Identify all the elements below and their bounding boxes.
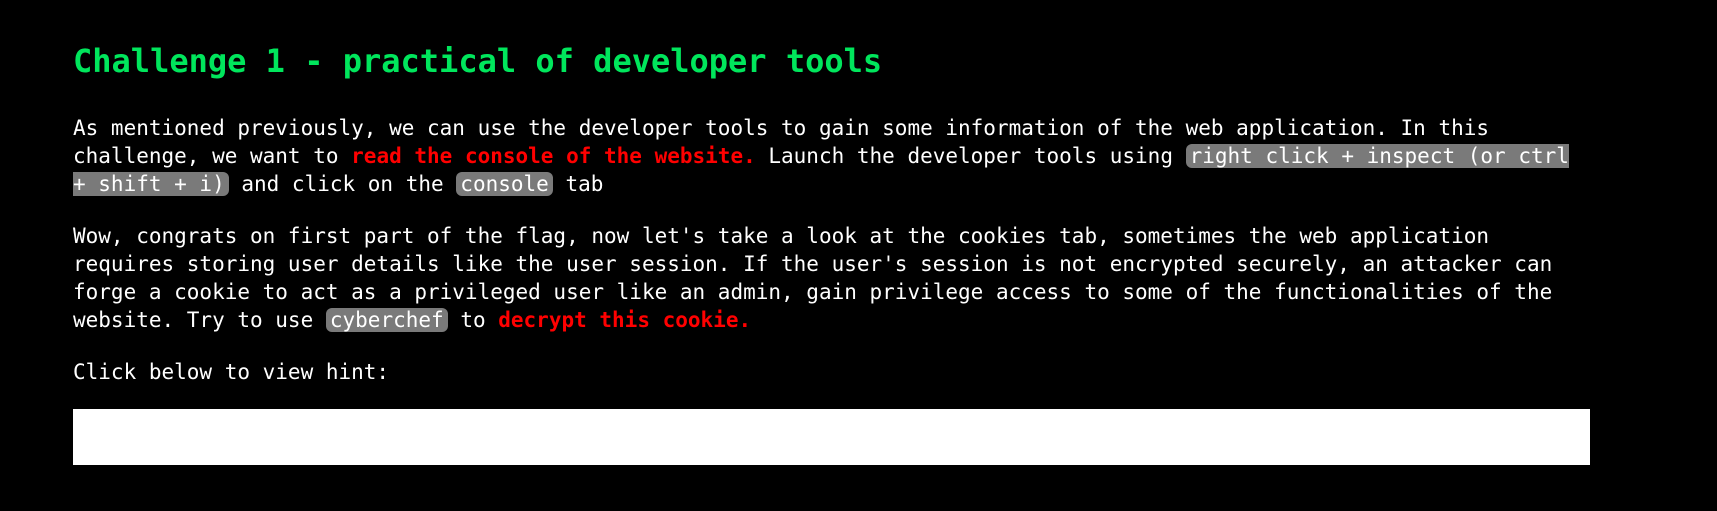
- cookies-text: to: [447, 308, 499, 332]
- instructions-paragraph: As mentioned previously, we can use the …: [73, 114, 1593, 198]
- cookies-text: Wow, congrats on first part of the flag,…: [73, 224, 1553, 332]
- instructions-text: Launch the developer tools using: [755, 144, 1186, 168]
- hint-box[interactable]: [73, 409, 1590, 465]
- challenge-content: Challenge 1 - practical of developer too…: [73, 38, 1593, 410]
- console-highlight: read the console of the website.: [351, 144, 756, 168]
- page-title: Challenge 1 - practical of developer too…: [73, 42, 883, 80]
- hint-prompt: Click below to view hint:: [73, 360, 390, 384]
- cyberchef-code: cyberchef: [325, 308, 448, 332]
- decrypt-cookie-highlight: decrypt this cookie.: [498, 308, 752, 332]
- console-tab-code: console: [456, 172, 553, 196]
- cookies-paragraph: Wow, congrats on first part of the flag,…: [73, 222, 1593, 334]
- instructions-text: and click on the: [228, 172, 457, 196]
- instructions-text: tab: [552, 172, 604, 196]
